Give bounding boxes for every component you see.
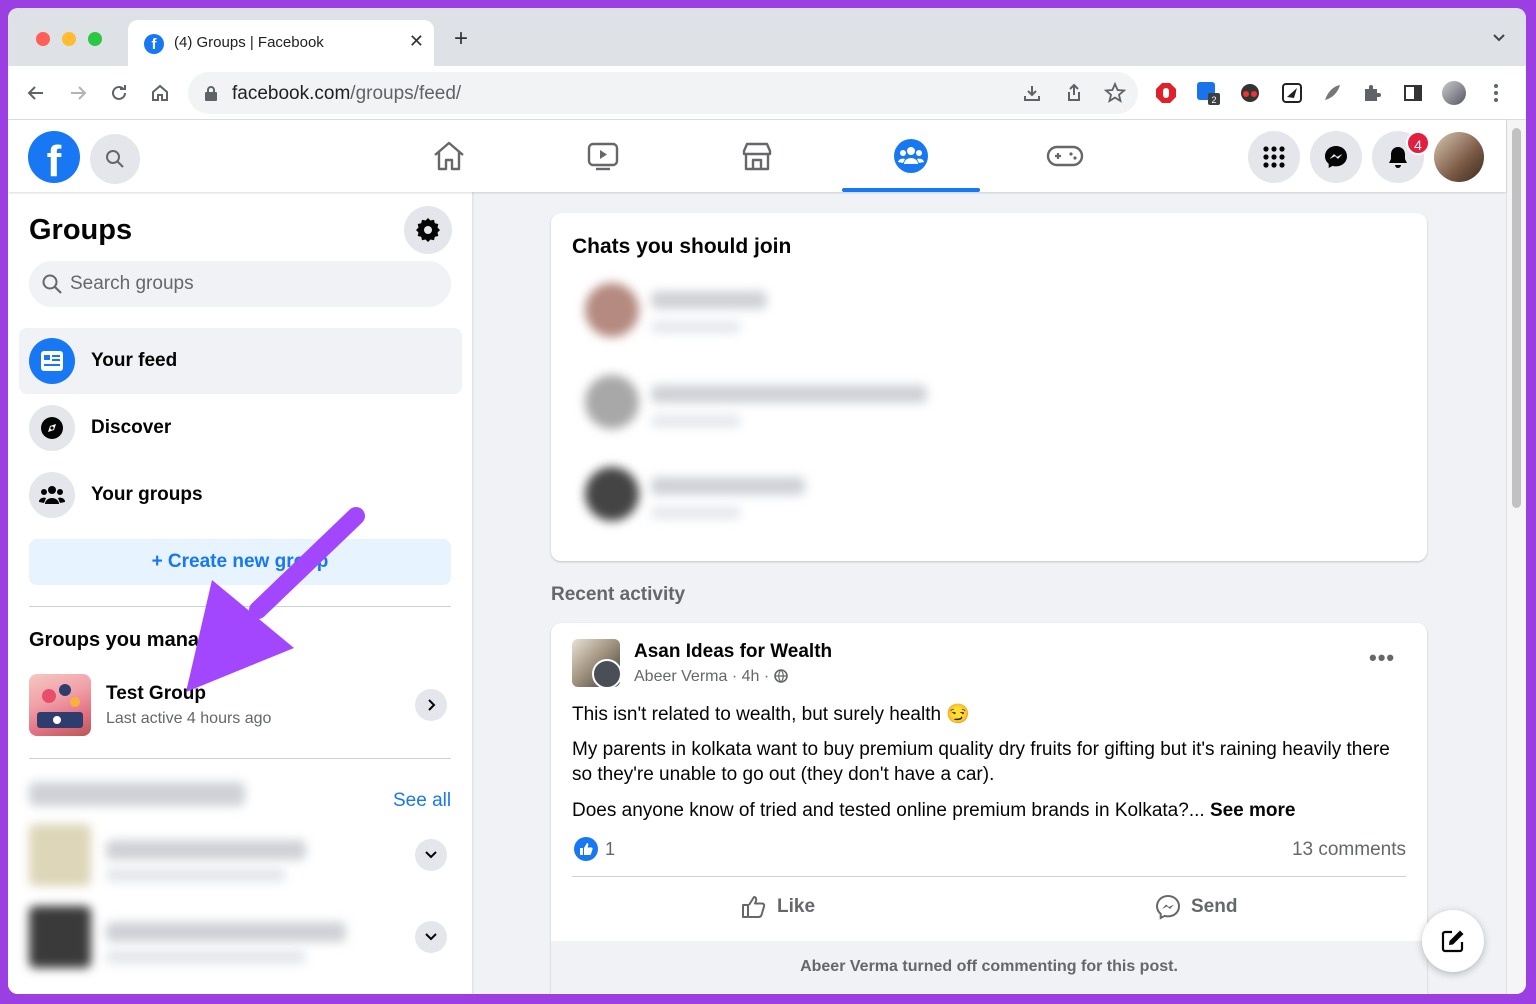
facebook-logo-icon[interactable]: f [28,131,80,183]
active-tab-indicator [842,188,980,192]
groups-icon[interactable] [891,136,931,176]
marketplace-icon[interactable] [737,136,777,176]
search-icon [106,150,124,168]
bell-icon [1389,147,1407,168]
home-icon[interactable] [429,136,469,176]
facebook-header: f 4 [8,120,1506,192]
apps-grid-icon [1263,146,1285,168]
menu-button[interactable] [1248,131,1300,183]
search-button[interactable] [90,134,140,184]
messenger-icon [1325,146,1347,168]
gaming-icon[interactable] [1045,136,1085,176]
watch-icon[interactable] [583,136,623,176]
account-avatar[interactable] [1434,132,1484,182]
messenger-button[interactable] [1310,131,1362,183]
notification-badge: 4 [1406,131,1430,155]
